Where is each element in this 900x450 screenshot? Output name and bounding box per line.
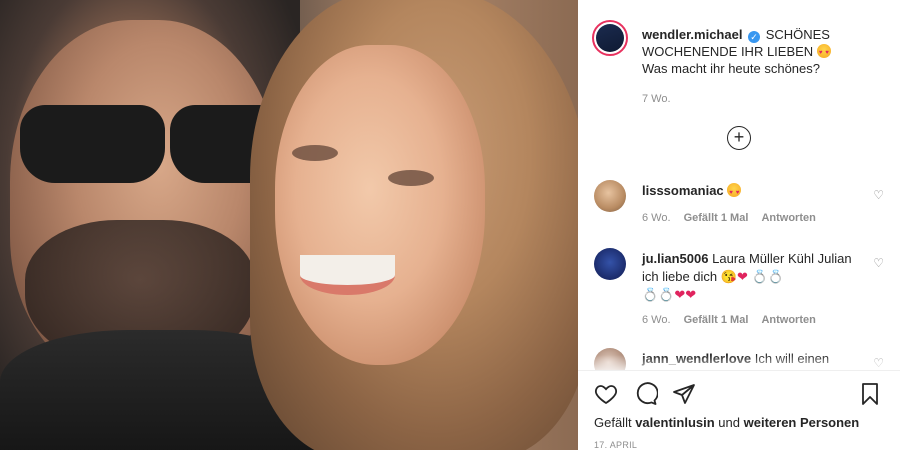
comment-avatar[interactable] (594, 248, 626, 280)
paper-plane-icon[interactable] (672, 382, 698, 408)
comment-reply-button[interactable]: Antworten (761, 314, 815, 326)
comment-avatar[interactable] (594, 180, 626, 212)
comment-like-heart-icon[interactable]: ♡ (873, 188, 884, 202)
sunglasses-lens-left (20, 105, 165, 183)
comment-likes[interactable]: Gefällt 1 Mal (684, 314, 749, 326)
caption-line-2: WOCHENENDE IHR LIEBEN (642, 44, 814, 59)
kissing-face-emoji-icon: 😘 (720, 269, 737, 284)
comment-time: 6 Wo. (642, 314, 671, 326)
likes-prefix: Gefällt (594, 415, 632, 430)
post-date: 17. APRIL (594, 440, 638, 450)
comment-text: lisssomaniac (642, 182, 857, 202)
caption-line-3: Was macht ihr heute schönes? (642, 61, 820, 76)
comment-meta: 6 Wo. Gefällt 1 Mal Antworten (642, 314, 826, 326)
likes-summary: Gefällt valentinlusin und weiteren Perso… (594, 415, 859, 430)
woman-face (275, 45, 485, 365)
post-time: 7 Wo. (642, 93, 671, 105)
comment-time: 6 Wo. (642, 212, 671, 224)
verified-badge-icon: ✓ (748, 31, 761, 43)
author-username[interactable]: wendler.michael (642, 27, 742, 42)
author-avatar[interactable] (592, 20, 628, 56)
post-photo[interactable] (0, 0, 578, 450)
post-sidebar: wendler.michael ✓ SCHÖNES WOCHENENDE IHR… (578, 0, 900, 450)
bookmark-icon[interactable] (858, 382, 884, 408)
comment-meta: 6 Wo. Gefällt 1 Mal Antworten (642, 212, 826, 224)
load-more-comments-button[interactable]: + (727, 126, 751, 150)
heart-eyes-emoji-icon (727, 183, 742, 202)
likes-others-link[interactable]: weiteren Personen (744, 415, 860, 430)
caption-line-1: SCHÖNES (765, 27, 830, 42)
ring-emoji-icon: 💍💍 (642, 287, 675, 302)
comment-username[interactable]: lisssomaniac (642, 183, 724, 198)
likes-middle: und (718, 415, 740, 430)
heart-eyes-emoji-icon (816, 44, 831, 62)
comment-text: ju.lian5006 Laura Müller Kühl Julian ich… (642, 250, 857, 304)
ring-emoji-icon: 💍💍 (751, 269, 784, 284)
woman-smile (300, 255, 395, 295)
comments-fade (578, 355, 900, 375)
heart-emoji-icon: ❤❤ (674, 287, 697, 302)
likes-username[interactable]: valentinlusin (635, 415, 714, 430)
woman-eye-left (292, 145, 338, 161)
heart-outline-icon[interactable] (594, 382, 620, 408)
post-actions-bar (594, 382, 884, 408)
heart-emoji-icon: ❤ (736, 269, 748, 284)
caption-text: wendler.michael ✓ SCHÖNES WOCHENENDE IHR… (642, 26, 892, 77)
comment-username[interactable]: ju.lian5006 (642, 251, 708, 266)
comment-like-heart-icon[interactable]: ♡ (873, 256, 884, 270)
comment-reply-button[interactable]: Antworten (761, 212, 815, 224)
woman-eye-right (388, 170, 434, 186)
comment-likes[interactable]: Gefällt 1 Mal (684, 212, 749, 224)
comment-bubble-icon[interactable] (634, 382, 660, 408)
actions-divider (578, 370, 900, 371)
